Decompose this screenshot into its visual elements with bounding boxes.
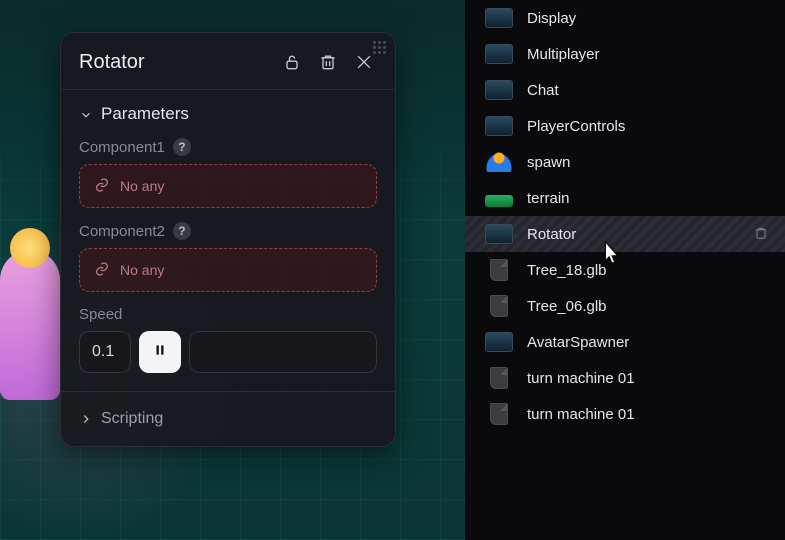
inspector-title: Rotator (79, 51, 269, 74)
hierarchy-thumb-file (490, 259, 508, 281)
component1-label-row: Component1 ? (79, 138, 377, 156)
scripting-section: Scripting (61, 391, 395, 446)
pause-icon (153, 343, 167, 362)
hierarchy-item-label: turn machine 01 (527, 370, 635, 387)
hierarchy-item-label: Display (527, 10, 576, 27)
speed-label-row: Speed (79, 306, 377, 323)
chevron-down-icon (79, 107, 93, 121)
hierarchy-item-label: Chat (527, 82, 559, 99)
inspector-header: Rotator (61, 33, 395, 89)
hierarchy-item-label: PlayerControls (527, 118, 625, 135)
hierarchy-item[interactable]: PlayerControls (465, 108, 785, 144)
scripting-section-toggle[interactable]: Scripting (79, 410, 377, 428)
panel-drag-handle[interactable] (373, 41, 387, 55)
hierarchy-item-label: terrain (527, 190, 570, 207)
hierarchy-item-label: Tree_18.glb (527, 262, 607, 279)
hierarchy-thumb-spawn (485, 152, 513, 172)
trash-icon[interactable] (315, 49, 341, 75)
hierarchy-thumb-panel (485, 332, 513, 352)
hierarchy-thumb-file (490, 295, 508, 317)
hierarchy-item[interactable]: Chat (465, 72, 785, 108)
chevron-right-icon (79, 412, 93, 426)
hierarchy-item[interactable]: turn machine 01 (465, 360, 785, 396)
component2-help-icon[interactable]: ? (173, 222, 191, 240)
hierarchy-delete-icon[interactable] (753, 225, 771, 243)
hierarchy-item[interactable]: Multiplayer (465, 36, 785, 72)
parameters-section: Parameters Component1 ? No any Component… (61, 89, 395, 391)
speed-slider-track[interactable] (189, 331, 377, 373)
component1-slot[interactable]: No any (79, 164, 377, 208)
speed-value: 0.1 (92, 343, 114, 361)
speed-row: 0.1 (79, 331, 377, 373)
inspector-panel: Rotator Parameters Component1 ? (60, 32, 396, 447)
hierarchy-thumb-panel (485, 224, 513, 244)
hierarchy-thumb-panel (485, 80, 513, 100)
hierarchy-panel: Display Multiplayer Chat PlayerControls spaw… (465, 0, 785, 540)
component2-slot[interactable]: No any (79, 248, 377, 292)
hierarchy-item[interactable]: Tree_18.glb (465, 252, 785, 288)
hierarchy-thumb-panel (485, 44, 513, 64)
hierarchy-item[interactable]: Rotator (465, 216, 785, 252)
parameters-section-label: Parameters (101, 104, 189, 124)
component1-help-icon[interactable]: ? (173, 138, 191, 156)
hierarchy-item[interactable]: turn machine 01 (465, 396, 785, 432)
parameters-section-toggle[interactable]: Parameters (79, 104, 377, 124)
link-icon (94, 261, 110, 280)
hierarchy-thumb-file (490, 403, 508, 425)
pause-button[interactable] (139, 331, 181, 373)
hierarchy-item-label: Tree_06.glb (527, 298, 607, 315)
component2-label-row: Component2 ? (79, 222, 377, 240)
component1-placeholder: No any (120, 178, 164, 194)
hierarchy-thumb-panel (485, 8, 513, 28)
hierarchy-item-label: spawn (527, 154, 570, 171)
component2-placeholder: No any (120, 262, 164, 278)
hierarchy-item[interactable]: Display (465, 0, 785, 36)
hierarchy-item-label: Multiplayer (527, 46, 600, 63)
hierarchy-thumb-file (490, 367, 508, 389)
speed-value-input[interactable]: 0.1 (79, 331, 131, 373)
hierarchy-item[interactable]: AvatarSpawner (465, 324, 785, 360)
hierarchy-thumb-terrain (485, 195, 513, 207)
component2-label: Component2 (79, 223, 165, 240)
scripting-section-label: Scripting (101, 410, 163, 428)
scene-object-prop (0, 250, 60, 400)
hierarchy-item-label: Rotator (527, 226, 576, 243)
hierarchy-item[interactable]: spawn (465, 144, 785, 180)
hierarchy-item-label: AvatarSpawner (527, 334, 629, 351)
hierarchy-item-label: turn machine 01 (527, 406, 635, 423)
component1-label: Component1 (79, 139, 165, 156)
lock-icon[interactable] (279, 49, 305, 75)
hierarchy-item[interactable]: Tree_06.glb (465, 288, 785, 324)
link-icon (94, 177, 110, 196)
speed-label: Speed (79, 306, 122, 323)
hierarchy-thumb-panel (485, 116, 513, 136)
hierarchy-item[interactable]: terrain (465, 180, 785, 216)
